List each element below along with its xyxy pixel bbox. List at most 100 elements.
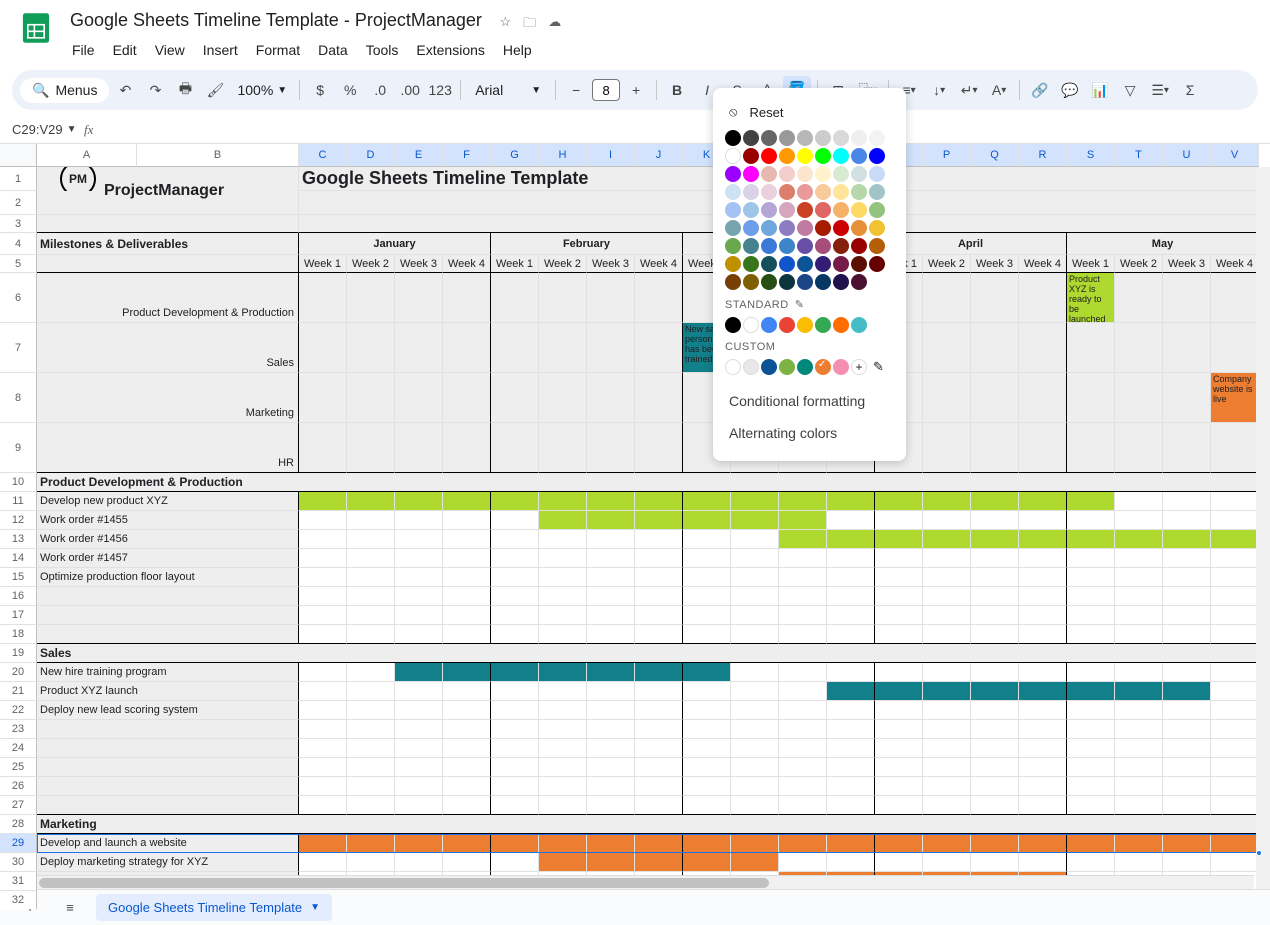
cell[interactable]	[491, 663, 539, 682]
row-header-17[interactable]: 17	[0, 606, 37, 625]
cell[interactable]	[779, 549, 827, 568]
cell[interactable]	[971, 701, 1019, 720]
cell[interactable]	[827, 606, 875, 625]
cell[interactable]	[731, 587, 779, 606]
cell[interactable]	[1019, 777, 1067, 796]
cell[interactable]	[443, 682, 491, 701]
cell[interactable]	[779, 682, 827, 701]
cell[interactable]	[635, 720, 683, 739]
cell[interactable]	[635, 273, 683, 323]
more-formats-button[interactable]: 123	[426, 76, 454, 104]
cell[interactable]	[347, 853, 395, 872]
menu-edit[interactable]: Edit	[105, 38, 145, 62]
col-header-Q[interactable]: Q	[971, 144, 1019, 167]
cell[interactable]	[683, 530, 731, 549]
cell[interactable]	[923, 720, 971, 739]
cell[interactable]	[395, 625, 443, 644]
vertical-scrollbar[interactable]	[1256, 144, 1270, 909]
color-swatch[interactable]	[815, 130, 831, 146]
col-header-H[interactable]: H	[539, 144, 587, 167]
filter-views-button[interactable]: ☰▾	[1146, 76, 1174, 104]
cell[interactable]	[491, 720, 539, 739]
color-swatch[interactable]	[743, 317, 759, 333]
cell[interactable]	[635, 511, 683, 530]
cell[interactable]	[1115, 549, 1163, 568]
row-header-26[interactable]: 26	[0, 777, 37, 796]
cell[interactable]	[395, 796, 443, 815]
cell[interactable]	[731, 568, 779, 587]
cell[interactable]	[971, 587, 1019, 606]
row-header-24[interactable]: 24	[0, 739, 37, 758]
cell[interactable]	[1211, 323, 1259, 373]
row-header-7[interactable]: 7	[0, 323, 37, 373]
color-swatch[interactable]	[779, 359, 795, 375]
cell[interactable]	[1211, 273, 1259, 323]
cell[interactable]	[683, 758, 731, 777]
cell[interactable]	[923, 511, 971, 530]
cell[interactable]	[875, 549, 923, 568]
cell[interactable]	[827, 530, 875, 549]
cell[interactable]	[1163, 323, 1211, 373]
cell[interactable]: Product Development & Production	[37, 473, 1259, 492]
color-swatch[interactable]	[851, 202, 867, 218]
color-swatch[interactable]	[815, 166, 831, 182]
cell[interactable]	[731, 625, 779, 644]
cell[interactable]	[683, 853, 731, 872]
col-header-P[interactable]: P	[923, 144, 971, 167]
row-header-18[interactable]: 18	[0, 625, 37, 644]
cell[interactable]	[587, 373, 635, 423]
cell[interactable]	[443, 720, 491, 739]
cell[interactable]	[1019, 682, 1067, 701]
cell[interactable]	[779, 834, 827, 853]
cell[interactable]	[779, 568, 827, 587]
cell[interactable]	[299, 663, 347, 682]
cell[interactable]	[347, 625, 395, 644]
search-menus[interactable]: 🔍Menus	[20, 78, 109, 103]
cell[interactable]	[1019, 373, 1067, 423]
col-header-T[interactable]: T	[1115, 144, 1163, 167]
color-swatch[interactable]	[851, 148, 867, 164]
cell[interactable]	[1067, 758, 1115, 777]
cell[interactable]	[347, 777, 395, 796]
cell[interactable]	[971, 273, 1019, 323]
cell[interactable]: Optimize production floor layout	[37, 568, 299, 587]
cell[interactable]: Week 1	[1067, 255, 1115, 273]
col-header-V[interactable]: V	[1211, 144, 1259, 167]
all-sheets-button[interactable]: ≡	[56, 894, 84, 922]
menu-view[interactable]: View	[147, 38, 193, 62]
cell[interactable]	[299, 530, 347, 549]
color-swatch[interactable]	[797, 148, 813, 164]
increase-font-button[interactable]: +	[622, 76, 650, 104]
cell[interactable]	[1211, 701, 1259, 720]
cell[interactable]	[683, 549, 731, 568]
bold-button[interactable]: B	[663, 76, 691, 104]
color-swatch[interactable]	[725, 238, 741, 254]
edit-standard-icon[interactable]: ✎	[795, 298, 805, 311]
color-swatch[interactable]	[833, 238, 849, 254]
cell[interactable]	[683, 511, 731, 530]
color-swatch[interactable]	[761, 130, 777, 146]
color-swatch[interactable]	[761, 202, 777, 218]
color-swatch[interactable]	[779, 317, 795, 333]
cell[interactable]	[1163, 423, 1211, 473]
row-header-6[interactable]: 6	[0, 273, 37, 323]
reset-color-button[interactable]: ⦸Reset	[725, 100, 894, 130]
cell[interactable]	[875, 568, 923, 587]
cell[interactable]	[1067, 739, 1115, 758]
row-header-25[interactable]: 25	[0, 758, 37, 777]
cell[interactable]	[1019, 273, 1067, 323]
cell[interactable]	[1115, 663, 1163, 682]
color-swatch[interactable]	[869, 238, 885, 254]
color-swatch[interactable]	[761, 274, 777, 290]
cell[interactable]	[731, 739, 779, 758]
sheet-tab-active[interactable]: Google Sheets Timeline Template▼	[96, 894, 332, 921]
cell[interactable]	[539, 663, 587, 682]
cell[interactable]	[635, 739, 683, 758]
row-header-14[interactable]: 14	[0, 549, 37, 568]
cell[interactable]	[923, 373, 971, 423]
cell[interactable]	[1019, 549, 1067, 568]
v-align-button[interactable]: ↓▾	[925, 76, 953, 104]
cell[interactable]	[923, 568, 971, 587]
cell[interactable]	[539, 834, 587, 853]
cell[interactable]	[779, 853, 827, 872]
